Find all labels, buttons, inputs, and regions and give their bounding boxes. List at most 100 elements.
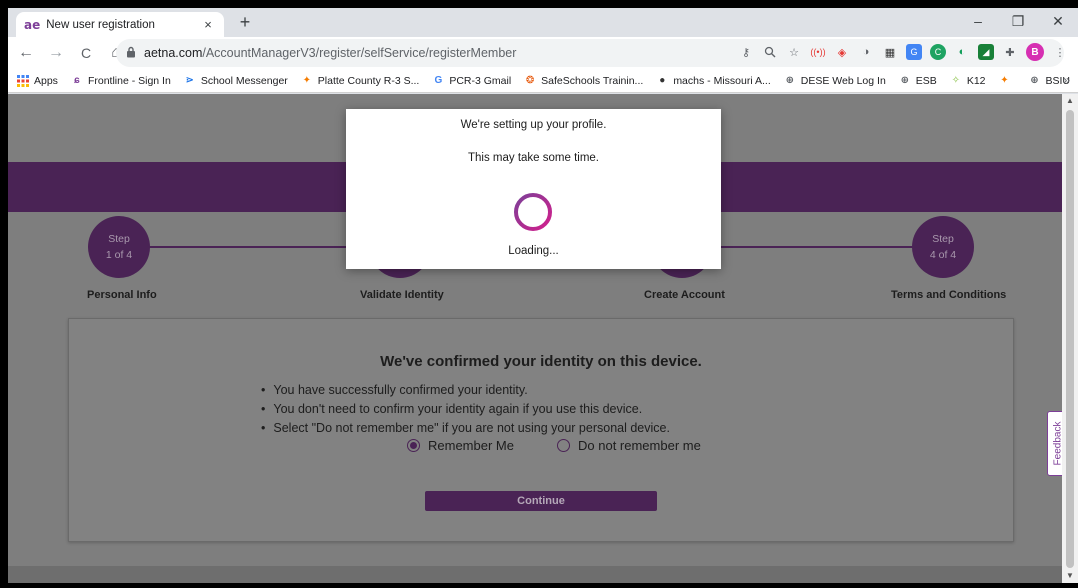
star-orange-icon: ✦ — [302, 75, 311, 86]
k12-icon: ✧ — [951, 75, 960, 86]
step-label-terms: Terms and Conditions — [891, 289, 1007, 301]
bookmark-dese[interactable]: ⊕ DESE Web Log In — [783, 74, 886, 88]
key-icon[interactable]: ⚷ — [738, 44, 754, 60]
green-circle-icon[interactable]: C — [930, 44, 946, 60]
remember-me-radio[interactable] — [407, 439, 420, 452]
do-not-remember-label: Do not remember me — [578, 438, 701, 453]
reload-button[interactable]: C — [74, 45, 98, 61]
menu-dots-icon[interactable]: ⋮ — [1052, 44, 1068, 60]
radio-selected-dot — [410, 442, 417, 449]
confirmation-card: We've confirmed your identity on this de… — [68, 318, 1014, 542]
browser-window: ae New user registration × + – ❐ ✕ ← → C… — [8, 8, 1078, 583]
globe-icon: ⊕ — [785, 75, 794, 86]
new-tab-button[interactable]: + — [234, 12, 256, 34]
bookmark-label: PCR-3 Gmail — [449, 74, 512, 87]
forward-button[interactable]: → — [44, 44, 68, 62]
close-window-button[interactable]: ✕ — [1038, 8, 1078, 37]
step-4-circle: Step 4 of 4 — [912, 216, 974, 278]
bookmarks-more-icon[interactable]: » — [1063, 73, 1070, 87]
zoom-icon[interactable] — [762, 44, 778, 60]
bookmark-platte-county[interactable]: ✦ Platte County R-3 S... — [300, 74, 420, 88]
bookmark-label: SafeSchools Trainin... — [541, 74, 644, 87]
page-scrollbar[interactable]: ▲ ▼ — [1062, 94, 1078, 583]
bookmark-school-messenger[interactable]: ⋗ School Messenger — [183, 74, 288, 88]
bookmark-pcr3-gmail[interactable]: G PCR-3 Gmail — [431, 74, 511, 88]
loading-modal: We're setting up your profile. This may … — [346, 109, 721, 269]
do-not-remember-radio[interactable] — [557, 439, 570, 452]
back-button[interactable]: ← — [14, 44, 38, 62]
bookmark-label: Apps — [34, 74, 58, 87]
list-item: Select "Do not remember me" if you are n… — [261, 419, 670, 438]
messenger-icon: ⋗ — [185, 75, 194, 86]
machs-icon: ● — [659, 75, 666, 86]
step-1-bottom: 1 of 4 — [105, 249, 133, 261]
star-icon[interactable]: ☆ — [786, 44, 802, 60]
profile-avatar[interactable]: B — [1026, 43, 1044, 61]
card-title: We've confirmed your identity on this de… — [380, 353, 702, 370]
list-item: You don't need to confirm your identity … — [261, 400, 670, 419]
aetna-favicon-icon: ae — [24, 17, 41, 32]
loading-spinner-icon — [514, 193, 552, 231]
green-ext-icon[interactable]: ◢ — [978, 44, 994, 60]
bookmark-safeschools[interactable]: ❂ SafeSchools Trainin... — [523, 74, 643, 88]
scroll-up-icon[interactable]: ▲ — [1062, 94, 1078, 108]
tab-close-icon[interactable]: × — [200, 17, 216, 32]
bookmark-label: K12 — [966, 74, 986, 87]
step-4-bottom: 4 of 4 — [929, 249, 957, 261]
ext-red2-icon[interactable]: ◈ — [834, 44, 850, 60]
info-list: You have successfully confirmed your ide… — [261, 381, 670, 438]
bookmark-label: machs - Missouri A... — [673, 74, 771, 87]
step-label-personal-info: Personal Info — [87, 289, 157, 301]
url-host: aetna.com — [144, 46, 203, 60]
continue-button[interactable]: Continue — [425, 491, 657, 511]
puzzle-icon[interactable]: ✚ — [1002, 44, 1018, 60]
bookmark-label: Platte County R-3 S... — [317, 74, 420, 87]
frontline-icon: ɕ — [74, 75, 80, 86]
step-1-circle: Step 1 of 4 — [88, 216, 150, 278]
lock-icon[interactable] — [126, 46, 136, 61]
scroll-down-icon[interactable]: ▼ — [1062, 569, 1078, 583]
url-path: /AccountManagerV3/register/selfService/r… — [202, 46, 517, 60]
qr-icon[interactable]: ▦ — [882, 44, 898, 60]
list-item: You have successfully confirmed your ide… — [261, 381, 670, 400]
step-1-top: Step — [108, 233, 130, 245]
remember-me-option[interactable]: Remember Me — [407, 438, 514, 453]
globe-icon: ⊕ — [900, 75, 909, 86]
do-not-remember-option[interactable]: Do not remember me — [557, 438, 701, 453]
bookmark-frontline[interactable]: ɕ Frontline - Sign In — [70, 74, 171, 88]
loading-text: Loading... — [508, 245, 559, 257]
extension-icons: ⚷ ☆ ((•)) ◈ ◑ ▦ G C ◐ ◢ ✚ B ⋮ — [738, 43, 1068, 61]
bookmark-k12[interactable]: ✧ K12 — [949, 74, 986, 88]
tab-strip: ae New user registration × + – ❐ ✕ — [8, 8, 1078, 37]
restore-button[interactable]: ❐ — [998, 8, 1038, 37]
star-orange-icon: ✦ — [1000, 75, 1009, 86]
bookmarks-bar: Apps ɕ Frontline - Sign In ⋗ School Mess… — [8, 69, 1078, 93]
browser-tab[interactable]: ae New user registration × — [16, 12, 224, 37]
bookmark-star[interactable]: ✦ — [998, 74, 1016, 88]
bookmark-label: ESB — [915, 74, 937, 87]
modal-submessage: This may take some time. — [467, 152, 599, 164]
bookmark-label: DESE Web Log In — [800, 74, 886, 87]
bookmark-label: School Messenger — [200, 74, 288, 87]
tab-title: New user registration — [46, 18, 155, 31]
modal-message: We're setting up your profile. — [460, 119, 607, 131]
remember-me-label: Remember Me — [428, 438, 514, 453]
bookmark-apps[interactable]: Apps — [16, 74, 58, 88]
step-label-validate-identity: Validate Identity — [360, 289, 444, 301]
footer-strip — [8, 566, 1062, 583]
apps-grid-icon — [16, 74, 30, 88]
bookmark-machs[interactable]: ● machs - Missouri A... — [655, 74, 770, 88]
teal-icon[interactable]: ◐ — [954, 44, 970, 60]
google-icon: G — [434, 75, 443, 86]
minimize-button[interactable]: – — [958, 8, 998, 37]
scrollbar-thumb[interactable] — [1066, 110, 1074, 568]
translate-icon[interactable]: G — [906, 44, 922, 60]
circle-icon[interactable]: ◑ — [858, 44, 874, 60]
browser-toolbar: ← → C ⌂ aetna.com/AccountManagerV3/regis… — [8, 37, 1078, 69]
bookmark-esb[interactable]: ⊕ ESB — [898, 74, 937, 88]
safeschools-icon: ❂ — [525, 75, 535, 86]
ext-red-icon[interactable]: ((•)) — [810, 44, 826, 60]
globe-icon: ⊕ — [1030, 75, 1039, 86]
step-label-create-account: Create Account — [644, 289, 725, 301]
bookmark-label: Frontline - Sign In — [87, 74, 171, 87]
